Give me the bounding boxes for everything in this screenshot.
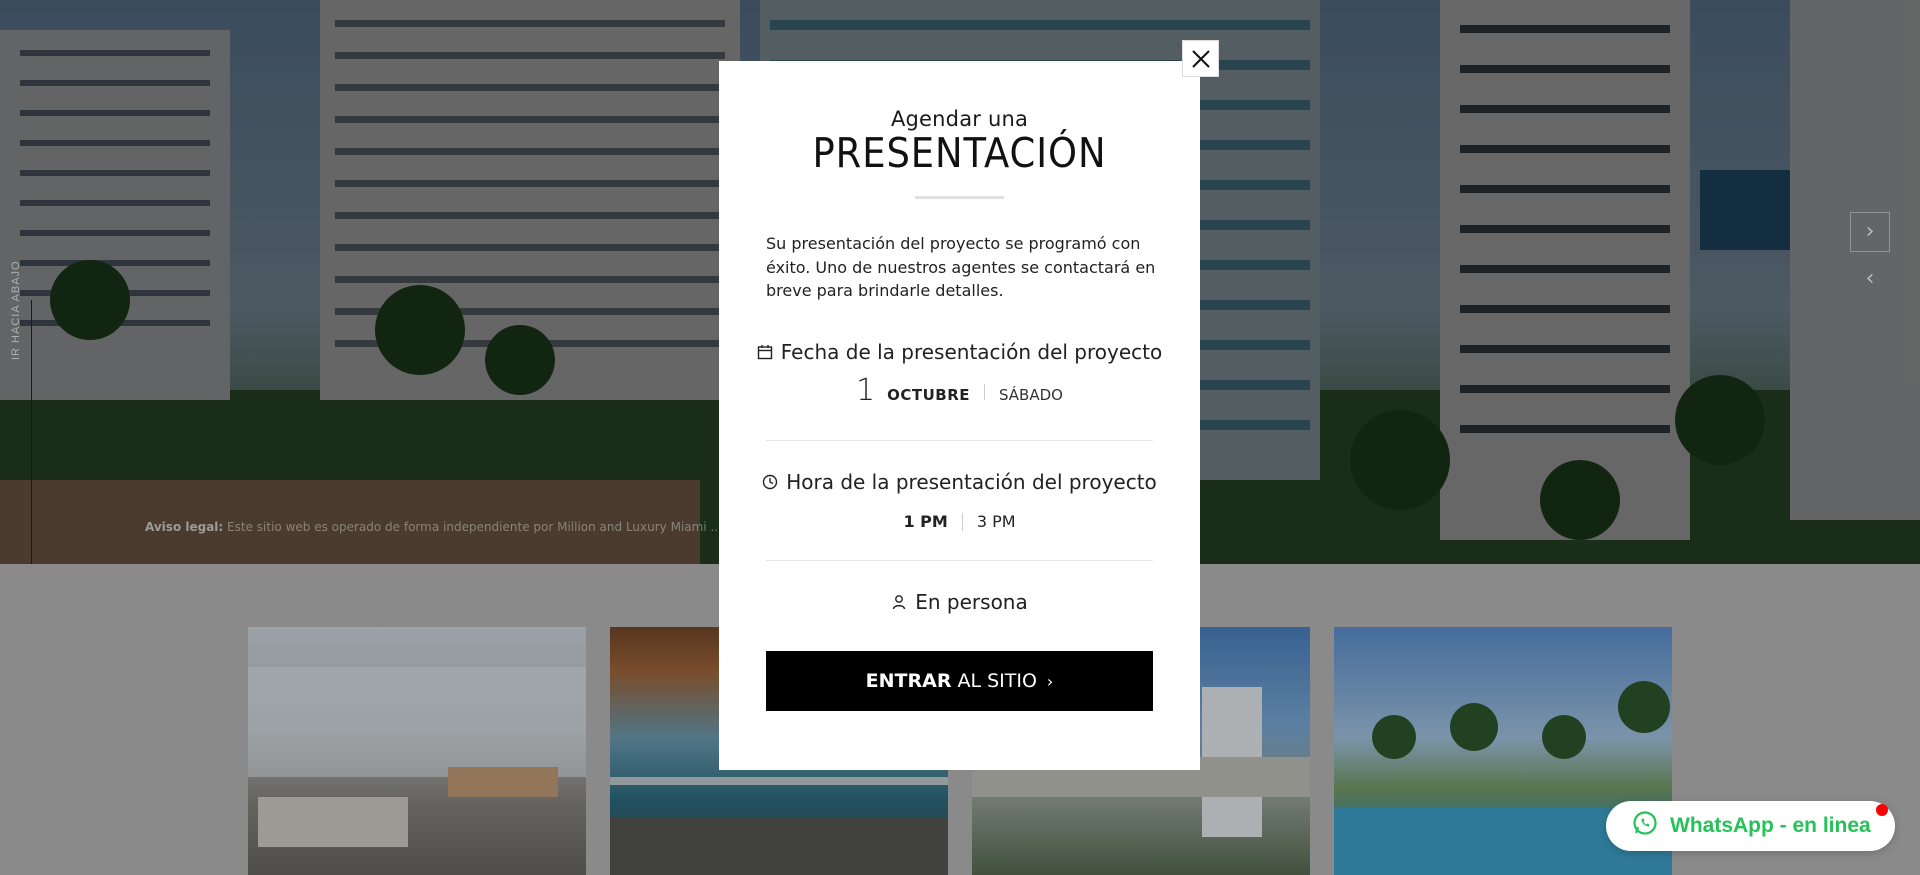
date-separator (984, 384, 985, 400)
modal-close-button[interactable] (1182, 40, 1219, 77)
chevron-right-icon: › (1046, 671, 1054, 691)
person-icon (891, 594, 907, 610)
mode-label-text: En persona (915, 590, 1028, 614)
chevron-left-icon: ‹ (1865, 266, 1875, 291)
time-separator (961, 512, 963, 531)
selected-date: 1 OCTUBRE SÁBADO (719, 373, 1200, 408)
time-section-label: Hora de la presentación del proyecto (719, 470, 1200, 494)
title-divider (915, 196, 1004, 199)
living-room-illustration (248, 667, 586, 847)
confirmation-message: Su presentación del proyecto se programó… (766, 234, 1156, 300)
online-status-dot (1876, 804, 1888, 816)
whatsapp-icon (1632, 810, 1658, 842)
cta-rest-text: AL SITIO (957, 670, 1037, 692)
calendar-icon (757, 344, 773, 360)
mode-section-label: En persona (719, 590, 1200, 614)
slider-prev-button[interactable]: ‹ (1850, 260, 1890, 300)
schedule-presentation-modal: Agendar una PRESENTACIÓN Su presentación… (719, 61, 1200, 770)
date-number: 1 (856, 373, 876, 408)
time-selected: 1 PM (903, 512, 948, 531)
date-label-text: Fecha de la presentación del proyecto (780, 340, 1163, 364)
enter-site-button[interactable]: ENTRAR AL SITIO › (766, 651, 1153, 711)
gallery-image-living-room[interactable] (248, 627, 586, 875)
close-icon (1191, 49, 1211, 69)
whatsapp-label: WhatsApp - en linea (1670, 814, 1871, 837)
selected-time: 1 PM 3 PM (719, 512, 1200, 531)
chevron-right-icon: › (1865, 219, 1875, 244)
time-label-text: Hora de la presentación del proyecto (786, 470, 1157, 494)
section-divider (766, 440, 1153, 441)
date-section-label: Fecha de la presentación del proyecto (719, 340, 1200, 364)
cta-bold-text: ENTRAR (865, 670, 952, 692)
section-divider (766, 560, 1153, 561)
slider-next-button[interactable]: › (1850, 212, 1890, 252)
modal-subtitle: Agendar una (890, 107, 1029, 131)
modal-title: PRESENTACIÓN (812, 129, 1107, 177)
clock-icon (762, 474, 778, 490)
scroll-down-link[interactable]: IR HACIA ABAJO (10, 260, 22, 360)
date-weekday: SÁBADO (999, 386, 1063, 404)
date-month: OCTUBRE (887, 386, 970, 404)
time-other: 3 PM (976, 512, 1016, 531)
disclaimer-label: Aviso legal: (145, 520, 224, 534)
whatsapp-chat-button[interactable]: WhatsApp - en linea (1606, 801, 1895, 851)
